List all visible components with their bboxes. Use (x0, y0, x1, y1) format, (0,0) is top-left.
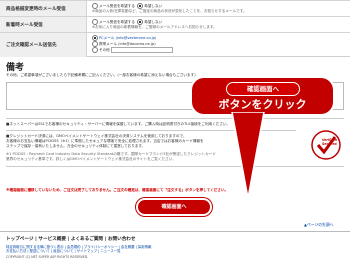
row-note: ※商品の入荷/在庫変動など、ご指定の商品の状況が変化したことを、お知らせするメー… (92, 9, 247, 13)
footer-links: 特定商取引に関する法律に基づく表示 | 会員規約 | プライバシーポリシー | … (6, 245, 151, 254)
row-note: ※お気に入り商品の新着情報を、ご登録のメールアドレスへお知らせします。 (92, 25, 217, 29)
radio-other-mail[interactable] (92, 47, 98, 53)
footer-nav-faq[interactable]: よくあるご質問 (71, 237, 103, 242)
row-label: 商品格揃変更時のメール受信 (6, 7, 66, 12)
divider (6, 118, 344, 119)
back-to-top-link[interactable]: ▲ページの先頭へ (304, 222, 333, 228)
footer-links-line[interactable]: お支払い方法 | 配送について | 返品について | サイトマップ | ニュース… (6, 249, 151, 253)
callout-arrow-icon (231, 112, 265, 199)
instruction-callout: 確認画面へ ボタンをクリック (192, 78, 333, 114)
notes-description: その他、ご希望事項がございましたら下記備考欄にご記入ください。(一部お客様の希望… (6, 73, 196, 77)
divider (6, 166, 344, 167)
notes-heading: 備考 (6, 63, 25, 73)
row-label: 新着時メール受信 (6, 23, 43, 28)
badge-line2: Secured (322, 142, 337, 146)
verisign-badge[interactable]: VeriSign Secured (310, 129, 342, 161)
warning-text: ※確認画面に遷移していないため、ご注文は完了しておりません。ご注文の確定は、確認… (6, 188, 229, 192)
callout-text: ボタンをクリック (218, 98, 307, 111)
footer-nav: トップページ | サービス概要 | よくあるご質問 | お問い合わせ (6, 237, 136, 242)
form-row-stock-mail: 商品格揃変更時のメール受信 メール受信を希望する 希望しない ※商品の入荷/在庫… (0, 0, 350, 17)
row-label: ご注文確認メール送信先 (6, 43, 57, 48)
footer-nav-contact[interactable]: お問い合わせ (108, 237, 136, 242)
other-mail-input[interactable] (110, 47, 173, 53)
preferences-table: 商品格揃変更時のメール受信 メール受信を希望する 希望しない ※商品の入荷/在庫… (0, 0, 350, 57)
footer-divider (0, 231, 350, 232)
footer-nav-overview[interactable]: サービス概要 (38, 237, 66, 242)
callout-button-label: 確認画面へ (226, 82, 300, 96)
copyright: COPYRIGHT (C) NET SUPER ASP RIGHTS RESER… (6, 255, 89, 259)
form-row-new-arrival-mail: 新着時メール受信 メール受信を希望する 希望しない ※お気に入り商品の新着情報を… (0, 16, 350, 33)
footer-nav-top[interactable]: トップページ (6, 237, 33, 242)
confirm-screen-button[interactable]: 確認画面へ (138, 200, 210, 214)
form-row-order-mail: ご注文確認メール送信先 PCメール (info@vecterone.co.jp)… (0, 32, 350, 57)
